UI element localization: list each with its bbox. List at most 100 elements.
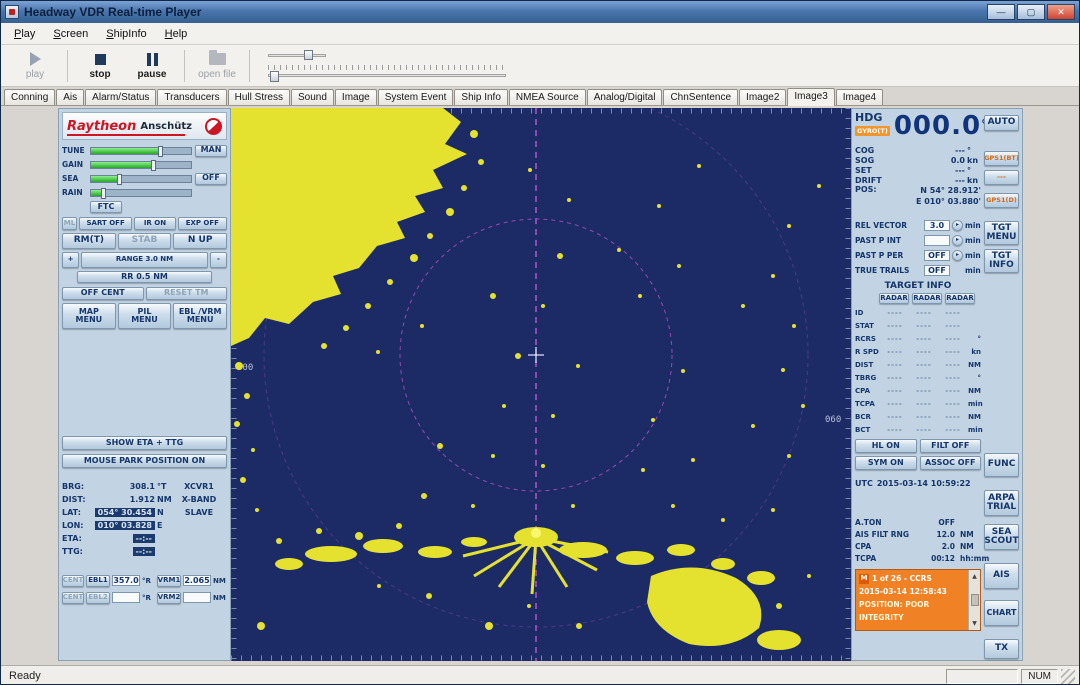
maximize-button[interactable]: ▢ [1017, 4, 1045, 20]
ebl1-button[interactable]: EBL1 [86, 575, 110, 587]
tab-chnsentence[interactable]: ChnSentence [663, 89, 738, 105]
vrm1-button[interactable]: VRM1 [157, 575, 181, 587]
off-center-button[interactable]: OFF CENT [62, 287, 144, 300]
menu-screen[interactable]: Screen [44, 25, 97, 43]
tgt-info-button[interactable]: TGTINFO [984, 249, 1019, 273]
ais-button[interactable]: AIS [984, 563, 1019, 589]
cent-ebl1-button[interactable]: CENT [62, 575, 84, 587]
tab-sound[interactable]: Sound [291, 89, 334, 105]
radar-ppi-display[interactable]: 330 300 060 [231, 108, 851, 661]
close-button[interactable]: ✕ [1047, 4, 1075, 20]
ml-button[interactable]: ML [62, 217, 77, 230]
speed-slider-knob[interactable] [304, 50, 313, 60]
sea-scout-button[interactable]: SEASCOUT [984, 524, 1019, 550]
speed-slider[interactable] [268, 50, 326, 60]
symbols-button[interactable]: SYM ON [855, 456, 917, 470]
menu-shipinfo[interactable]: ShipInfo [97, 25, 155, 43]
stop-button[interactable]: stop [74, 52, 126, 80]
cent-ebl2-button[interactable]: CENT [62, 592, 84, 604]
arpa-trial-button[interactable]: ARPATRIAL [984, 490, 1019, 516]
gain-slider[interactable] [90, 161, 192, 169]
range-decrease-button[interactable]: - [210, 252, 227, 268]
play-button[interactable]: play [9, 52, 61, 80]
pause-button[interactable]: pause [126, 52, 178, 80]
main-content: Raytheon Anschütz TUNE MAN GAIN SEA OFF [1, 106, 1079, 665]
past-pos-per-spinner[interactable]: ▸ [952, 250, 963, 261]
ebl2-button[interactable]: EBL2 [86, 592, 110, 604]
tab-image2[interactable]: Image2 [739, 89, 786, 105]
tx-button[interactable]: TX [984, 639, 1019, 659]
tab-image4[interactable]: Image4 [836, 89, 883, 105]
tgt-menu-button[interactable]: TGTMENU [984, 221, 1019, 245]
tab-analog-digital[interactable]: Analog/Digital [587, 89, 663, 105]
exp-button[interactable]: EXP OFF [178, 217, 227, 230]
rain-slider[interactable] [90, 189, 192, 197]
assoc-button[interactable]: ASSOC OFF [920, 456, 982, 470]
func-button[interactable]: FUNC [984, 453, 1019, 477]
open-file-button[interactable]: open file [191, 52, 243, 80]
past-pos-int-spinner[interactable]: ▸ [952, 235, 963, 246]
show-eta-ttg-button[interactable]: SHOW ETA + TTG [62, 436, 227, 450]
tab-ship-info[interactable]: Ship Info [454, 89, 507, 105]
rm-button[interactable]: RM(T) [62, 233, 116, 249]
scroll-down-icon[interactable]: ▼ [972, 617, 977, 630]
ebl-vrm-menu-button[interactable]: EBL /VRMMENU [173, 303, 227, 329]
lon-value: 010° 03.828 [95, 521, 155, 530]
brand-raytheon: Raytheon [67, 119, 136, 134]
tab-bar: Conning Ais Alarm/Status Transducers Hul… [1, 87, 1079, 106]
heading-line-button[interactable]: HL ON [855, 439, 917, 453]
gps1-bt-button[interactable]: GPS1(BT) [984, 151, 1019, 166]
alarm-message-box[interactable]: M 1 of 26 - CCRS 2015-03-14 12:58:43 POS… [855, 569, 981, 631]
tab-image3[interactable]: Image3 [787, 88, 834, 106]
past-pos-per-value: OFF [924, 250, 950, 261]
alarm-scrollbar[interactable]: ▲ ▼ [968, 570, 980, 630]
radar-source-3-button[interactable]: RADAR [945, 293, 975, 304]
menu-help[interactable]: Help [156, 25, 197, 43]
off-button[interactable]: OFF [195, 173, 227, 185]
ir-button[interactable]: IR ON [134, 217, 175, 230]
man-button[interactable]: MAN [195, 145, 227, 157]
stab-button[interactable]: STAB [118, 233, 172, 249]
radar-source-1-button[interactable]: RADAR [879, 293, 909, 304]
gps1-d-button[interactable]: GPS1(D) [984, 193, 1019, 208]
vrm2-button[interactable]: VRM2 [157, 592, 181, 604]
range-increase-button[interactable]: + [62, 252, 79, 268]
resize-grip[interactable] [1061, 669, 1075, 684]
map-menu-button[interactable]: MAPMENU [62, 303, 116, 329]
scroll-up-icon[interactable]: ▲ [972, 570, 977, 583]
timeline-slider-knob[interactable] [270, 71, 279, 82]
tab-conning[interactable]: Conning [4, 89, 55, 105]
tune-slider[interactable] [90, 147, 192, 155]
tab-image[interactable]: Image [335, 89, 377, 105]
range-button[interactable]: RANGE 3.0 NM [81, 252, 208, 268]
raytheon-logo: Raytheon Anschütz [62, 112, 227, 140]
cpa-limit-value: 2.0 [927, 542, 955, 551]
tab-alarm-status[interactable]: Alarm/Status [85, 89, 156, 105]
tab-hull-stress[interactable]: Hull Stress [228, 89, 290, 105]
tab-nmea-source[interactable]: NMEA Source [509, 89, 586, 105]
menu-bar: Play Screen ShipInfo Help [1, 23, 1079, 45]
menu-play[interactable]: Play [5, 25, 44, 43]
ftc-button[interactable]: FTC [90, 201, 122, 213]
sart-button[interactable]: SART OFF [79, 217, 132, 230]
reset-tm-button[interactable]: RESET TM [146, 287, 228, 300]
title-bar[interactable]: Headway VDR Real-time Player — ▢ ✕ [1, 1, 1079, 23]
tab-ais[interactable]: Ais [56, 89, 84, 105]
mouse-park-button[interactable]: MOUSE PARK POSITION ON [62, 454, 227, 468]
range-rings-button[interactable]: RR 0.5 NM [77, 271, 212, 283]
chart-button[interactable]: CHART [984, 600, 1019, 626]
filter-button[interactable]: FILT OFF [920, 439, 982, 453]
rain-label: RAIN [62, 188, 87, 197]
rel-vector-spinner[interactable]: ▸ [952, 220, 963, 231]
tab-transducers[interactable]: Transducers [157, 89, 226, 105]
tab-system-event[interactable]: System Event [378, 89, 454, 105]
minimize-button[interactable]: — [987, 4, 1015, 20]
timeline-slider[interactable] [268, 65, 506, 82]
north-up-button[interactable]: N UP [173, 233, 227, 249]
radar-source-2-button[interactable]: RADAR [912, 293, 942, 304]
pil-menu-button[interactable]: PILMENU [118, 303, 172, 329]
source-dash-button[interactable]: --- [984, 170, 1019, 185]
scroll-thumb[interactable] [971, 594, 979, 606]
auto-button[interactable]: AUTO [984, 115, 1019, 131]
sea-slider[interactable] [90, 175, 192, 183]
